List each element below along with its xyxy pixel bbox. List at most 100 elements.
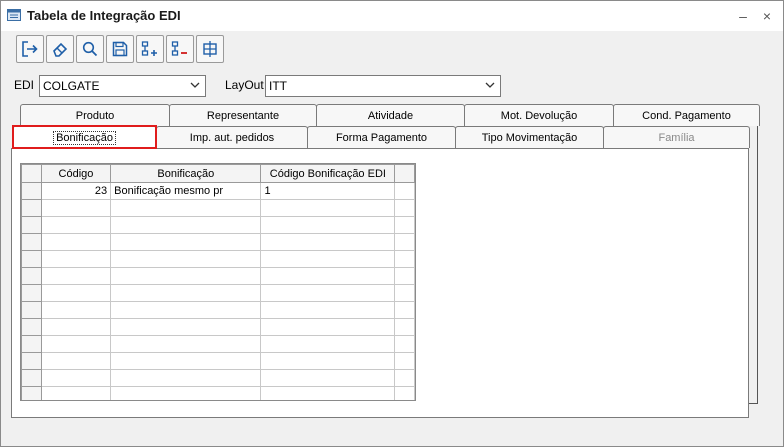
cell-bonificacao[interactable]: Bonificação mesmo pr (110, 182, 262, 200)
row-indicator[interactable] (21, 369, 42, 387)
add-row-icon (141, 41, 157, 56)
empty-table-row[interactable] (21, 233, 415, 251)
grid-header-row: Código Bonificação Código Bonificação ED… (21, 164, 415, 183)
empty-cell (394, 267, 415, 285)
tab-tipo-movimentacao[interactable]: Tipo Movimentação (455, 126, 604, 148)
empty-cell[interactable] (260, 233, 396, 251)
tab-imp-aut-pedidos[interactable]: Imp. aut. pedidos (156, 126, 308, 148)
empty-cell[interactable] (110, 369, 262, 387)
empty-table-row[interactable] (21, 369, 415, 387)
empty-table-row[interactable] (21, 199, 415, 217)
empty-table-row[interactable] (21, 250, 415, 268)
empty-cell[interactable] (110, 284, 262, 302)
empty-cell[interactable] (40, 318, 112, 336)
chevron-down-icon (190, 82, 200, 88)
empty-cell[interactable] (110, 233, 262, 251)
empty-cell[interactable] (110, 267, 262, 285)
cell-codigo[interactable]: 23 (40, 182, 112, 200)
tab-representante[interactable]: Representante (169, 104, 317, 126)
row-indicator[interactable] (21, 182, 42, 200)
tab-mot-devolucao[interactable]: Mot. Devolução (464, 104, 614, 126)
empty-table-row[interactable] (21, 267, 415, 285)
remove-row-button[interactable] (166, 35, 194, 63)
row-indicator[interactable] (21, 284, 42, 302)
empty-cell[interactable] (110, 250, 262, 268)
empty-cell[interactable] (40, 250, 112, 268)
row-indicator[interactable] (21, 233, 42, 251)
clear-button[interactable] (46, 35, 74, 63)
empty-cell[interactable] (40, 386, 112, 400)
empty-cell[interactable] (260, 318, 396, 336)
empty-table-row[interactable] (21, 301, 415, 319)
empty-cell[interactable] (110, 318, 262, 336)
search-icon (82, 41, 98, 57)
empty-cell (394, 233, 415, 251)
insert-row-button[interactable] (196, 35, 224, 63)
empty-cell[interactable] (40, 216, 112, 234)
empty-table-row[interactable] (21, 284, 415, 302)
close-button[interactable]: × (758, 7, 776, 25)
empty-cell[interactable] (40, 284, 112, 302)
empty-cell[interactable] (260, 199, 396, 217)
add-row-button[interactable] (136, 35, 164, 63)
column-header-codigo-bonificacao-edi[interactable]: Código Bonificação EDI (260, 164, 396, 183)
row-indicator[interactable] (21, 250, 42, 268)
exit-button[interactable] (16, 35, 44, 63)
empty-cell[interactable] (260, 216, 396, 234)
empty-cell[interactable] (260, 267, 396, 285)
row-indicator[interactable] (21, 216, 42, 234)
empty-cell[interactable] (260, 335, 396, 353)
empty-cell[interactable] (110, 301, 262, 319)
empty-table-row[interactable] (21, 216, 415, 234)
empty-cell[interactable] (260, 250, 396, 268)
column-header-codigo[interactable]: Código (40, 164, 112, 183)
exit-icon (22, 41, 38, 57)
empty-cell[interactable] (260, 352, 396, 370)
row-indicator[interactable] (21, 199, 42, 217)
empty-cell[interactable] (40, 369, 112, 387)
layout-select[interactable]: ITT (265, 75, 501, 97)
tab-produto[interactable]: Produto (20, 104, 170, 126)
column-header-bonificacao[interactable]: Bonificação (110, 164, 262, 183)
table-row[interactable]: 23 Bonificação mesmo pr 1 (21, 182, 415, 200)
empty-cell[interactable] (260, 301, 396, 319)
tab-familia: Família (603, 126, 750, 148)
row-indicator[interactable] (21, 335, 42, 353)
empty-cell[interactable] (40, 267, 112, 285)
empty-table-row[interactable] (21, 352, 415, 370)
empty-cell (394, 318, 415, 336)
cell-filler (394, 182, 415, 200)
empty-table-row[interactable] (21, 335, 415, 353)
tab-atividade[interactable]: Atividade (316, 104, 465, 126)
row-indicator[interactable] (21, 301, 42, 319)
tab-forma-pagamento[interactable]: Forma Pagamento (307, 126, 456, 148)
window-icon (7, 9, 21, 21)
row-indicator[interactable] (21, 318, 42, 336)
empty-cell[interactable] (40, 335, 112, 353)
search-button[interactable] (76, 35, 104, 63)
row-indicator[interactable] (21, 267, 42, 285)
empty-cell[interactable] (110, 335, 262, 353)
empty-cell[interactable] (260, 284, 396, 302)
edi-select[interactable]: COLGATE (39, 75, 206, 97)
empty-table-row[interactable] (21, 318, 415, 336)
row-indicator[interactable] (21, 352, 42, 370)
edi-select-value: COLGATE (43, 79, 100, 93)
empty-cell[interactable] (260, 386, 396, 400)
save-button[interactable] (106, 35, 134, 63)
empty-cell[interactable] (110, 216, 262, 234)
empty-cell[interactable] (110, 352, 262, 370)
row-indicator[interactable] (21, 386, 42, 400)
empty-cell[interactable] (40, 199, 112, 217)
empty-cell[interactable] (40, 233, 112, 251)
bonificacao-grid[interactable]: Código Bonificação Código Bonificação ED… (20, 163, 416, 401)
empty-cell[interactable] (40, 301, 112, 319)
minimize-button[interactable]: – (734, 7, 752, 25)
tab-cond-pagamento[interactable]: Cond. Pagamento (613, 104, 760, 126)
empty-cell[interactable] (110, 199, 262, 217)
empty-table-row[interactable] (21, 386, 415, 400)
empty-cell[interactable] (260, 369, 396, 387)
cell-codigo-bonificacao-edi[interactable]: 1 (260, 182, 396, 200)
empty-cell[interactable] (110, 386, 262, 400)
empty-cell[interactable] (40, 352, 112, 370)
